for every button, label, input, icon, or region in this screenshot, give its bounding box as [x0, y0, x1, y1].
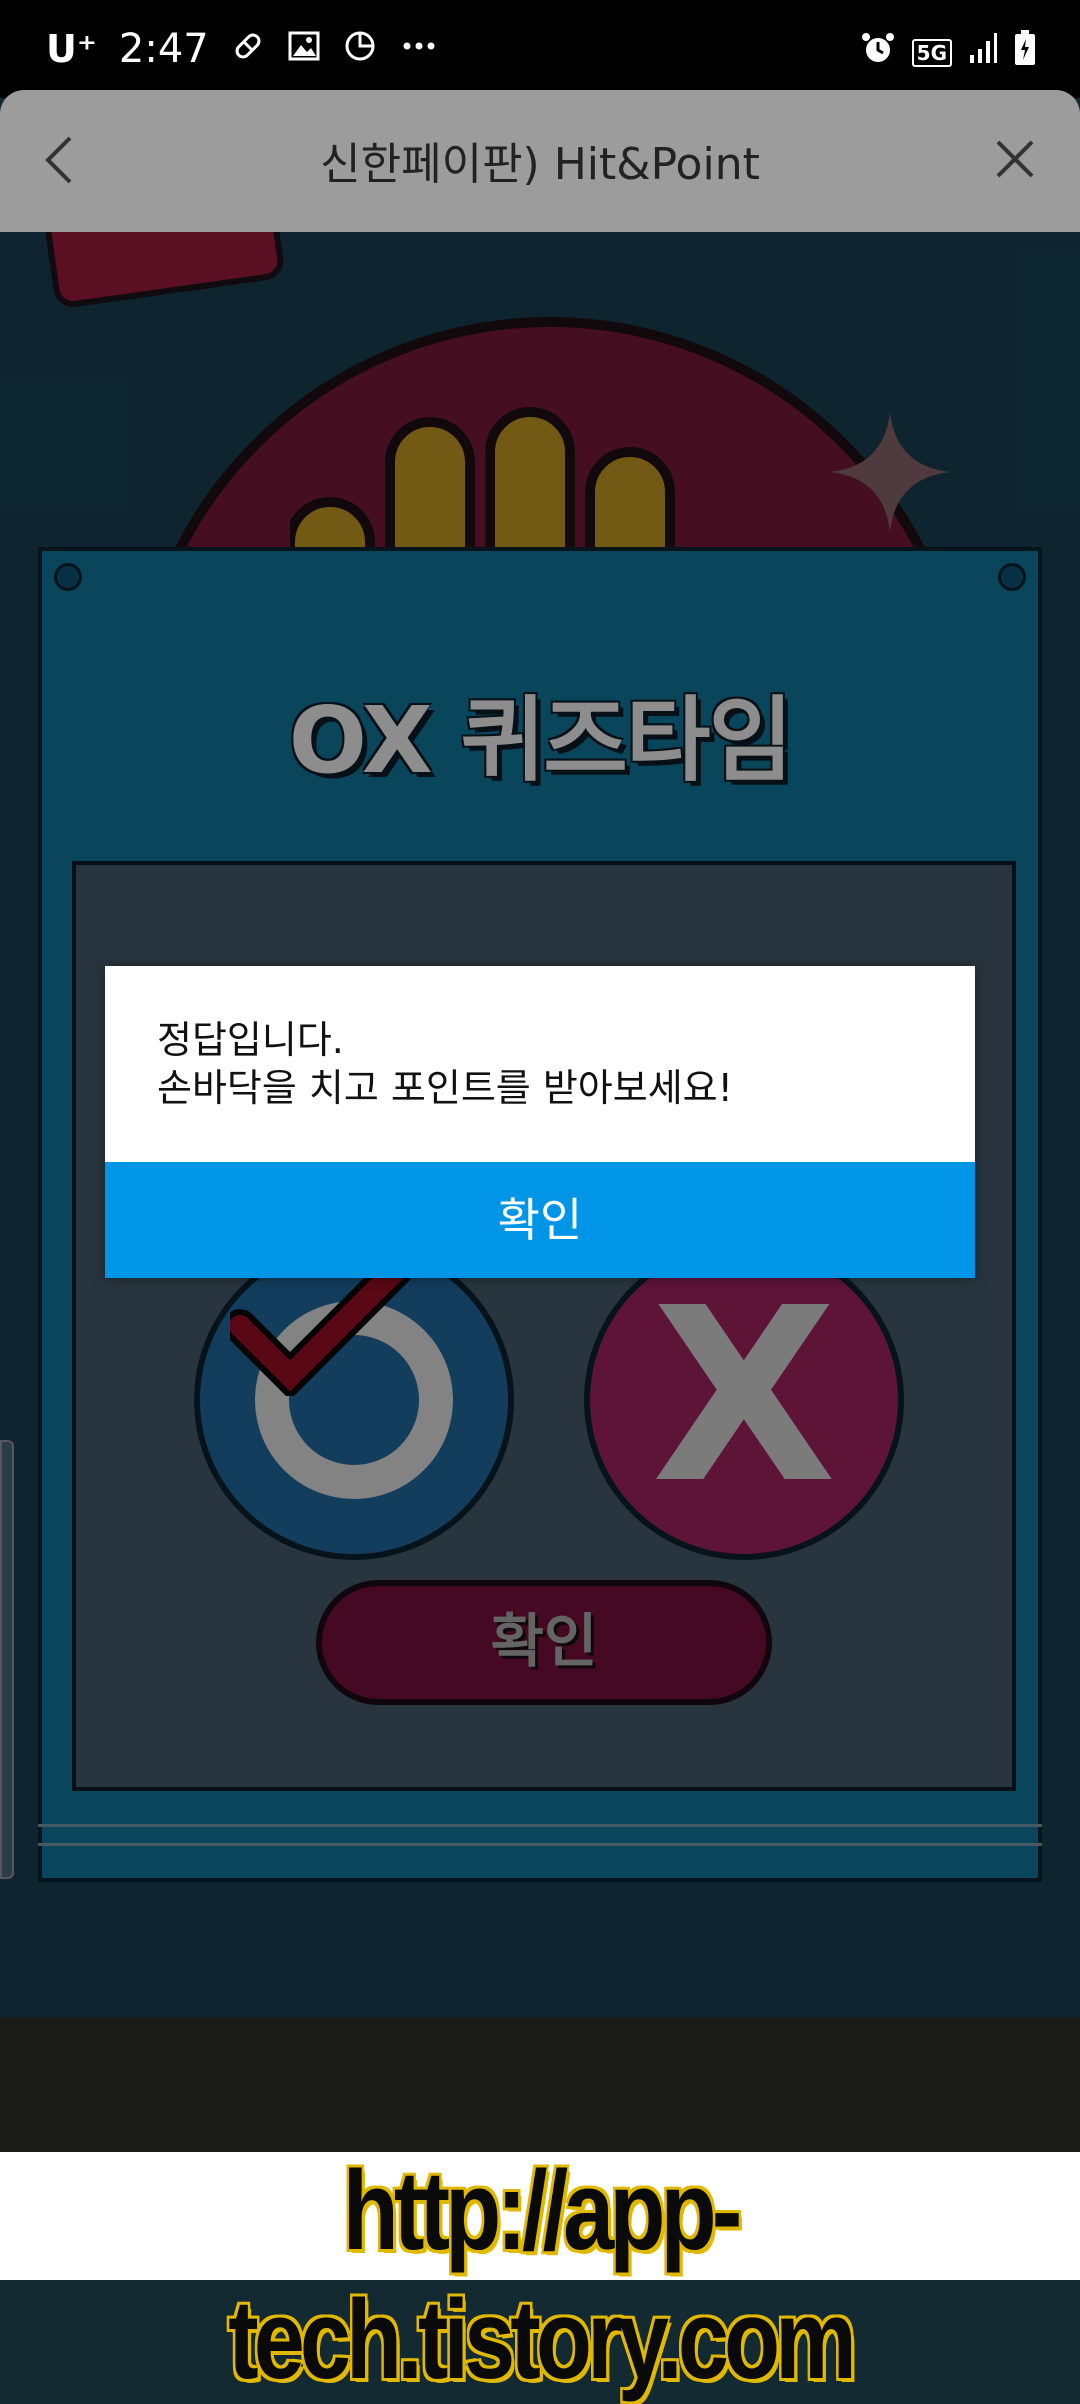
- pie-chart-icon: [343, 29, 377, 69]
- signal-icon: [968, 31, 998, 74]
- page-title: 신한페이판) Hit&Point: [320, 139, 760, 190]
- more-icon: [399, 29, 439, 69]
- battery-icon: [1014, 30, 1036, 75]
- alarm-icon: [860, 30, 896, 75]
- image-icon: [287, 29, 321, 69]
- dialog-ok-button[interactable]: 확인: [105, 1162, 975, 1278]
- clock: 2:47: [118, 26, 209, 72]
- dialog-message-line-1: 정답입니다.: [157, 1018, 344, 1062]
- watermark-text: http://app-tech.tistory.com: [228, 2148, 857, 2402]
- close-icon[interactable]: [990, 134, 1040, 184]
- watermark-banner: http://app-tech.tistory.com: [0, 2148, 1080, 2402]
- 5g-icon: 5G: [911, 38, 952, 67]
- dialog-message-line-2: 손바닥을 치고 포인트를 받아보세요!: [157, 1066, 733, 1110]
- bottom-band: [0, 2017, 1080, 2152]
- dialog-message: 정답입니다. 손바닥을 치고 포인트를 받아보세요!: [157, 1016, 935, 1112]
- alert-dialog: 정답입니다. 손바닥을 치고 포인트를 받아보세요! 확인: [105, 966, 975, 1278]
- edge-panel-handle[interactable]: [0, 1440, 14, 1879]
- pill-icon: [231, 29, 265, 69]
- app-bar: 신한페이판) Hit&Point: [0, 90, 1080, 232]
- status-bar: U⁺ 2:47 5G: [0, 0, 1080, 98]
- carrier-label: U⁺: [46, 27, 97, 71]
